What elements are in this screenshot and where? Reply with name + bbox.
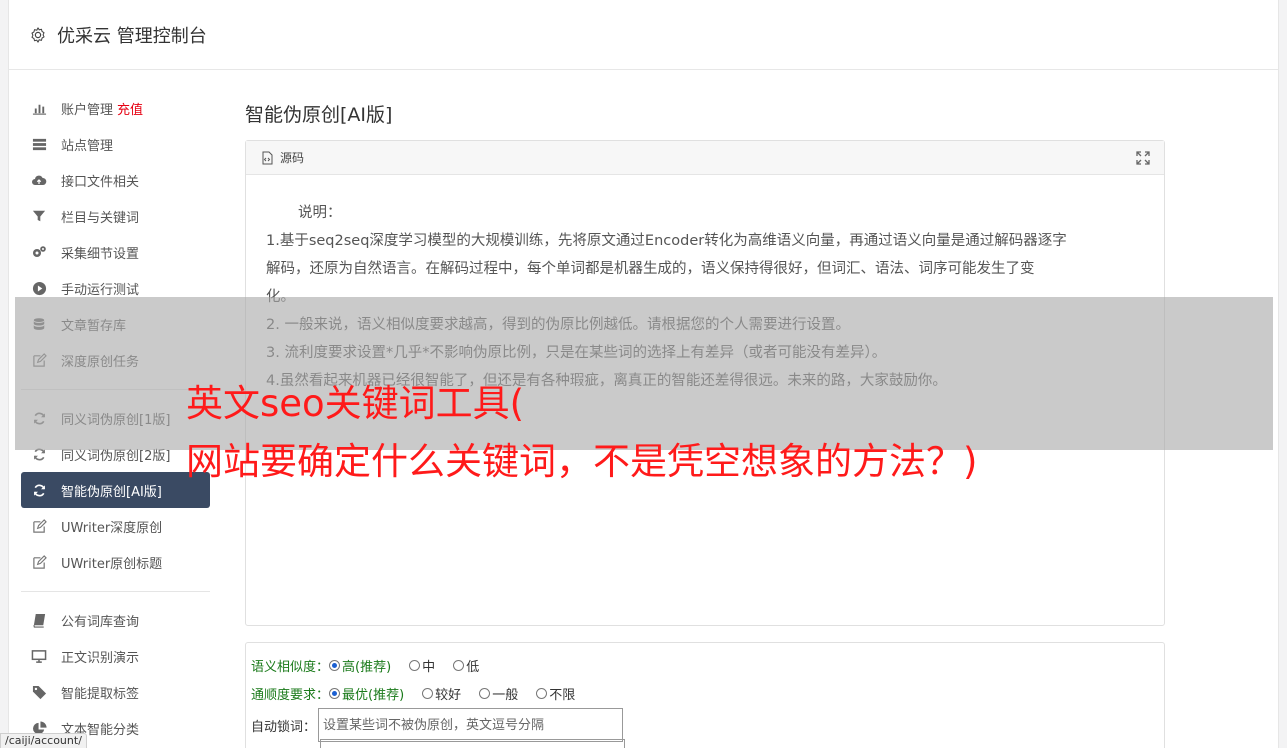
sidebar-item[interactable]: 智能伪原创[AI版] — [21, 472, 210, 508]
refresh-icon — [31, 482, 47, 498]
gear-icon — [31, 26, 45, 43]
panel-header: 源码 — [246, 141, 1164, 175]
fluency-radio[interactable]: 不限 — [536, 684, 575, 703]
sidebar-item[interactable]: 正文识别演示 — [21, 638, 210, 674]
sidebar-item[interactable]: 接口文件相关 — [21, 162, 210, 198]
source-code-icon — [262, 151, 273, 164]
radio-label: 不限 — [549, 687, 576, 703]
server-icon — [31, 136, 47, 152]
top-bar: 优采云 管理控制台 — [9, 0, 1278, 70]
edit-icon — [31, 554, 47, 570]
similarity-radio[interactable]: 低 — [453, 656, 479, 675]
book-icon — [31, 612, 47, 628]
radio-label: 高(推荐) — [342, 659, 392, 675]
sidebar-item[interactable]: 智能提取标签 — [21, 674, 210, 710]
status-url: /caiji/account/ — [0, 733, 87, 748]
sidebar-item[interactable]: UWriter原创标题 — [21, 544, 210, 580]
similarity-options: 高(推荐) 中 低 — [329, 656, 497, 675]
fluency-label: 通顺度要求： — [251, 687, 330, 703]
sidebar-item[interactable]: 公有词库查询 — [21, 602, 210, 638]
filter-icon — [31, 208, 47, 224]
sidebar-item[interactable]: 栏目与关键词 — [21, 198, 210, 234]
headline-line-2: 网站要确定什么关键词，不是凭空想象的方法？) — [186, 440, 978, 483]
similarity-radio[interactable]: 高(推荐) — [329, 656, 391, 675]
sidebar-item-label: 接口文件相关 — [61, 174, 140, 190]
fluency-radio[interactable]: 最优(推荐) — [329, 684, 404, 703]
fullscreen-icon[interactable] — [1136, 151, 1150, 165]
radio-label: 中 — [422, 659, 436, 675]
radio-dot[interactable] — [329, 687, 341, 699]
radio-dot[interactable] — [329, 659, 341, 671]
sidebar-item-label: 正文识别演示 — [61, 650, 140, 666]
sidebar-item-label: UWriter原创标题 — [61, 556, 163, 572]
sidebar-separator — [21, 591, 210, 592]
cloud-upload-icon — [31, 172, 47, 188]
similarity-radio[interactable]: 中 — [409, 656, 435, 675]
fluency-radio[interactable]: 一般 — [479, 684, 518, 703]
fluency-row: 通顺度要求： 最优(推荐) 较好 一般 不限 — [251, 679, 1159, 707]
sidebar-item[interactable]: UWriter深度原创 — [21, 508, 210, 544]
page-title: 智能伪原创[AI版] — [245, 104, 393, 126]
radio-dot[interactable] — [536, 687, 548, 699]
play-circle-icon — [31, 280, 47, 296]
sidebar-item-label: 智能提取标签 — [61, 686, 140, 702]
gears-icon — [31, 244, 47, 260]
app-title: 优采云 管理控制台 — [57, 25, 207, 47]
radio-label: 较好 — [435, 687, 462, 703]
sidebar-item-label: 智能伪原创[AI版] — [61, 484, 162, 500]
radio-dot[interactable] — [453, 659, 465, 671]
radio-label: 一般 — [492, 687, 519, 703]
fluency-radio[interactable]: 较好 — [422, 684, 461, 703]
edit-icon — [31, 518, 47, 534]
tag-icon — [31, 684, 47, 700]
radio-label: 低 — [466, 659, 480, 675]
recharge-link[interactable]: 充值 — [117, 99, 143, 118]
overlay-headline: 英文seo关键词工具( 网站要确定什么关键词，不是凭空想象的方法？) — [186, 375, 977, 491]
similarity-row: 语义相似度： 高(推荐) 中 低 — [251, 651, 1159, 679]
lock-label: 自动锁词： — [251, 719, 317, 735]
fluency-options: 最优(推荐) 较好 一般 不限 — [329, 684, 593, 703]
bar-chart-icon — [31, 100, 47, 116]
sidebar-item-label: 采集细节设置 — [61, 246, 140, 262]
lock-words-input[interactable] — [318, 708, 624, 742]
sidebar-item-label: 站点管理 — [61, 138, 114, 154]
sidebar-item-label: 栏目与关键词 — [61, 210, 140, 226]
description-line: 说明： — [298, 205, 342, 221]
similarity-label: 语义相似度： — [251, 659, 330, 675]
radio-dot[interactable] — [422, 687, 434, 699]
monitor-icon — [31, 648, 47, 664]
lock-row: 自动锁词： — [251, 707, 1159, 743]
panel-header-label: 源码 — [280, 151, 305, 165]
radio-label: 最优(推荐) — [342, 687, 405, 703]
description-line: 1.基于seq2seq深度学习模型的大规模训练，先将原文通过Encoder转化为… — [266, 233, 1067, 249]
description-line: 解码，还原为自然语言。在解码过程中，每个单词都是机器生成的，语义保持得很好，但词… — [266, 261, 1035, 277]
sidebar-item-label: 账户管理 — [61, 102, 114, 118]
sidebar-item[interactable]: 账户管理 充值 — [21, 90, 210, 126]
sidebar-item-label: 手动运行测试 — [61, 282, 140, 298]
headline-line-1: 英文seo关键词工具( — [186, 382, 525, 425]
sidebar-item-label: UWriter深度原创 — [61, 520, 163, 536]
source-text-input[interactable] — [320, 739, 625, 748]
radio-dot[interactable] — [409, 659, 421, 671]
sidebar-item[interactable]: 站点管理 — [21, 126, 210, 162]
radio-dot[interactable] — [479, 687, 491, 699]
sidebar-item[interactable]: 采集细节设置 — [21, 234, 210, 270]
sidebar-item-label: 公有词库查询 — [61, 614, 140, 630]
options-form: 语义相似度： 高(推荐) 中 低 通顺度要求： 最优(推荐) 较好 一般 不限 自动锁词： — [245, 642, 1165, 748]
